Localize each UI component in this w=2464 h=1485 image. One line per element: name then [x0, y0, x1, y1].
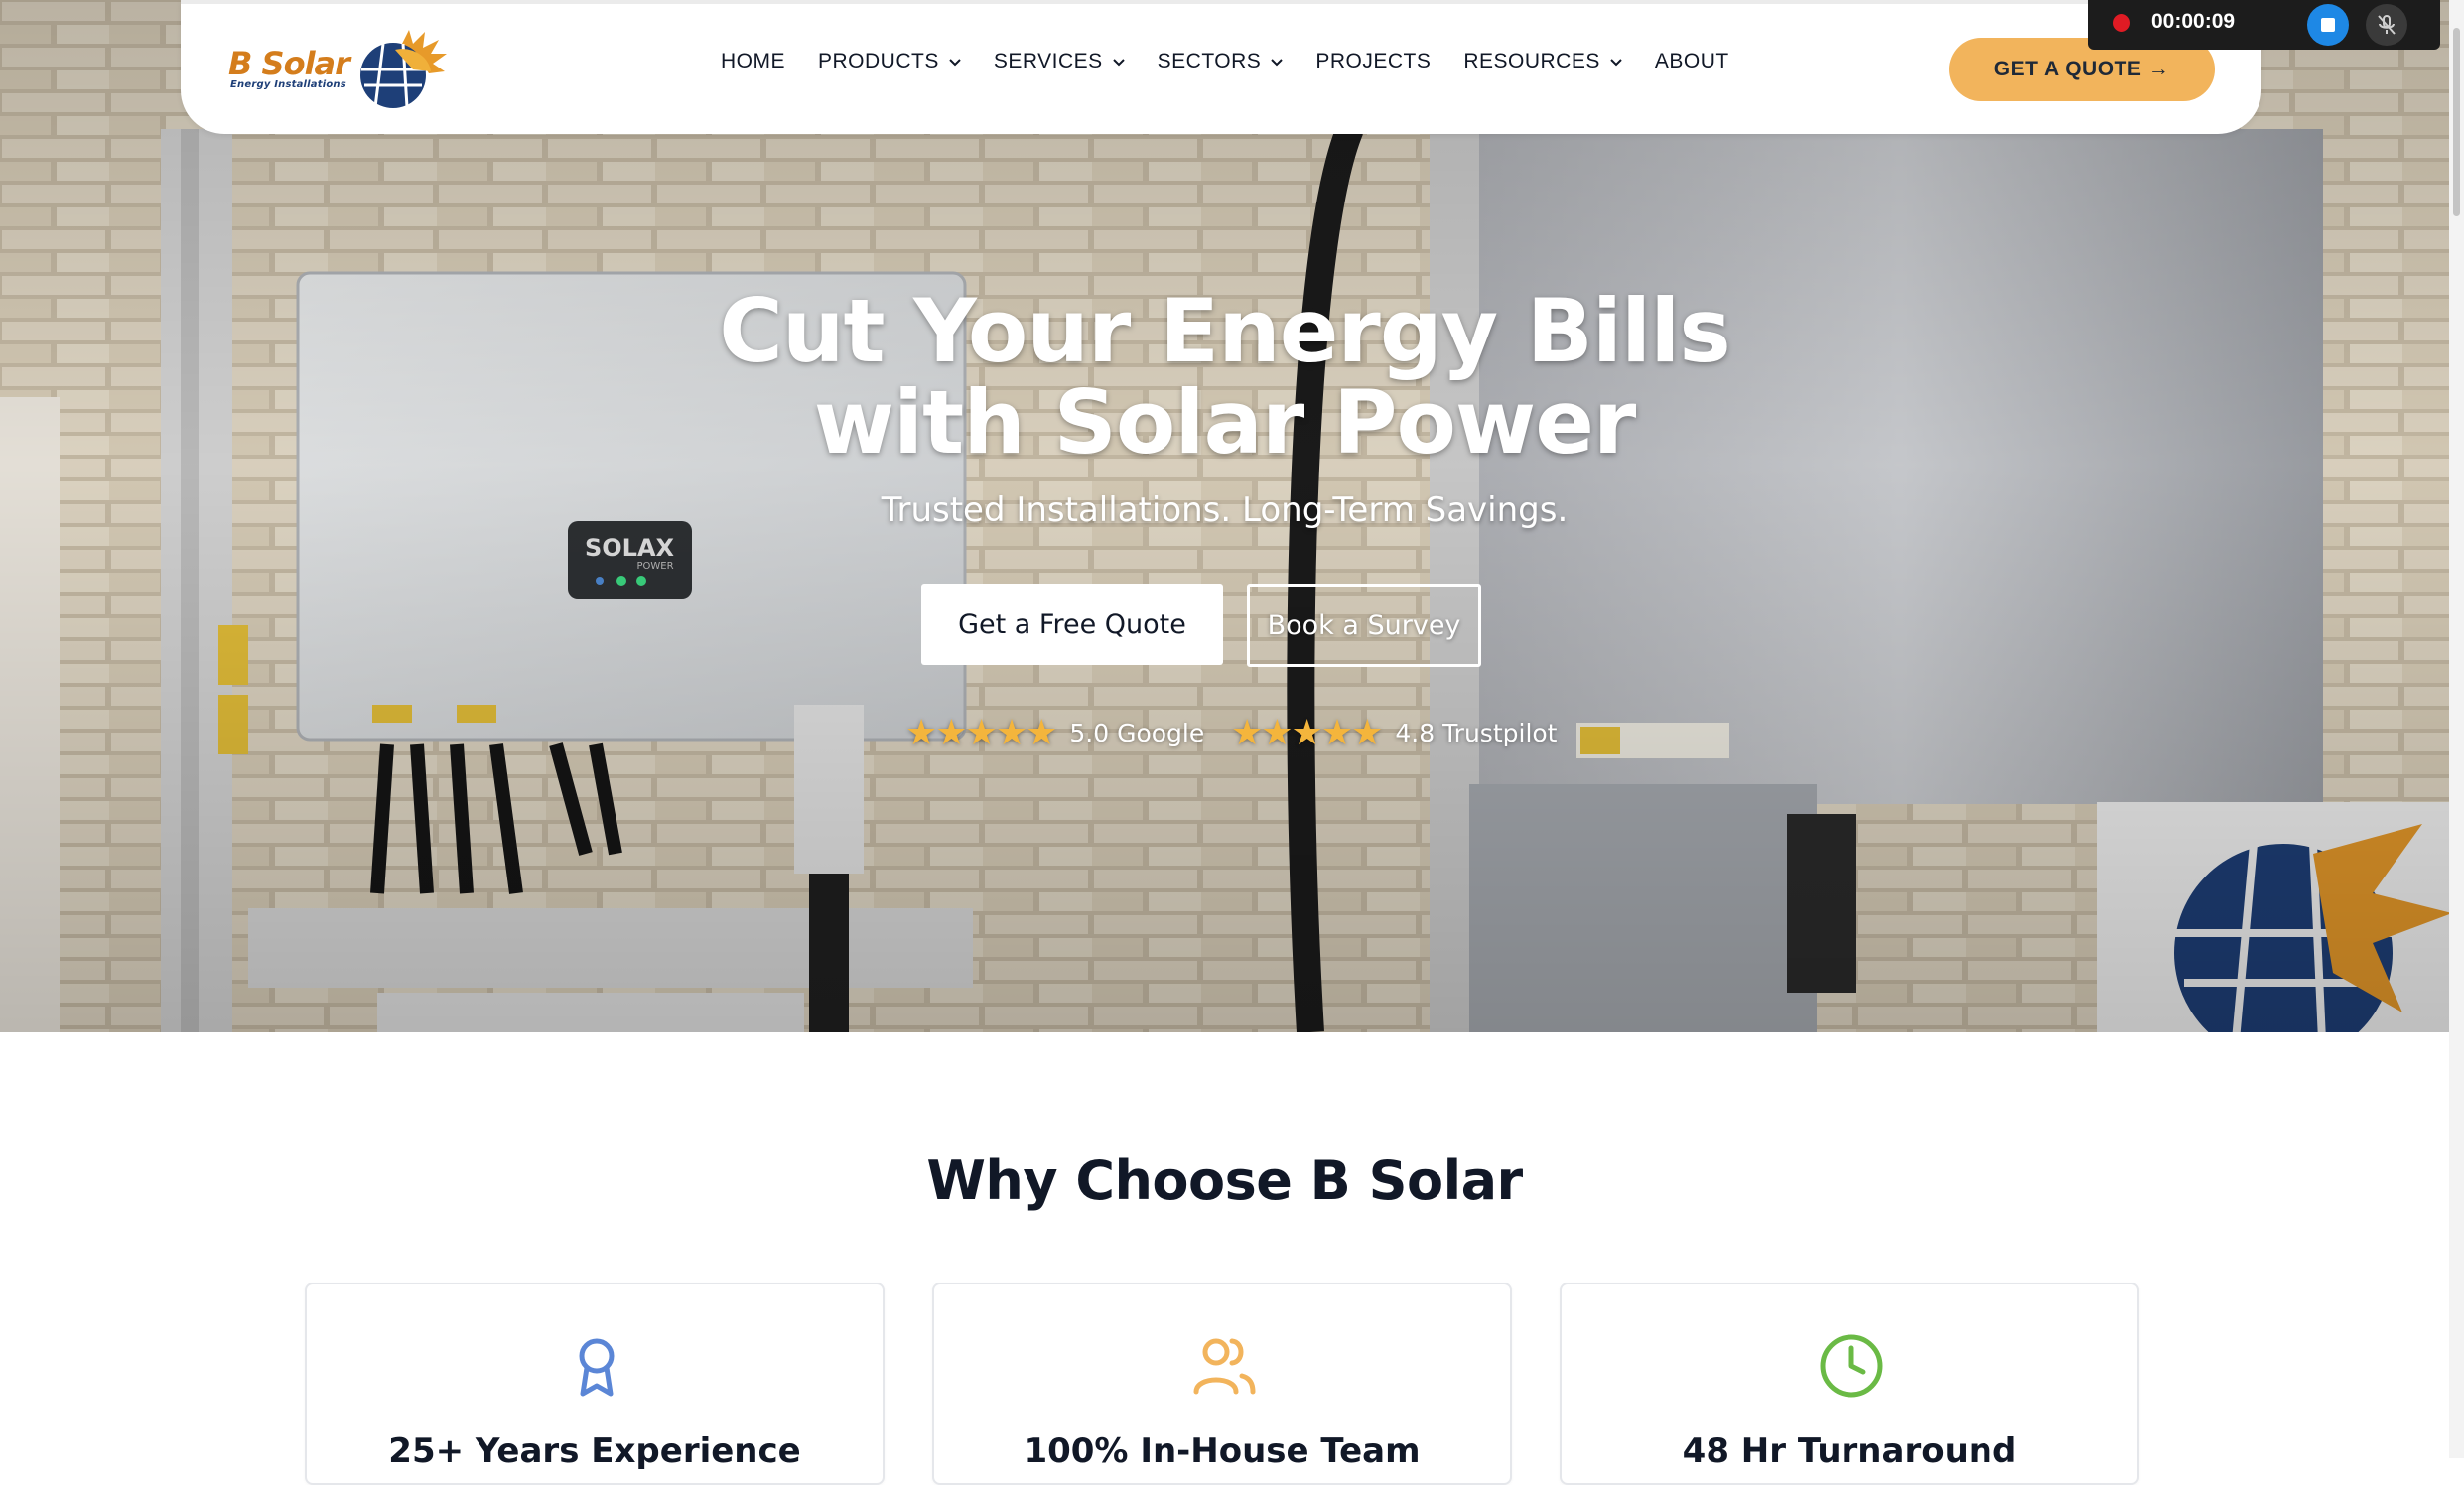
nav-products-label: PRODUCTS — [818, 50, 939, 72]
logo-wordmark: B Solar — [228, 45, 350, 82]
trustpilot-rating-label: 4.8 Trustpilot — [1395, 718, 1558, 747]
nav-sectors[interactable]: SECTORS — [1158, 50, 1284, 73]
hero-content: Cut Your Energy Bills with Solar Power T… — [0, 0, 2449, 1032]
hero-title: Cut Your Energy Bills with Solar Power — [0, 286, 2449, 469]
screen-recorder-bar: 00:00:09 — [2088, 0, 2440, 50]
get-free-quote-button[interactable]: Get a Free Quote — [921, 584, 1223, 665]
nav-services-label: SERVICES — [993, 50, 1103, 72]
book-survey-button[interactable]: Book a Survey — [1247, 584, 1481, 667]
mic-muted-icon — [2378, 15, 2396, 35]
chevron-down-icon — [1610, 59, 1622, 67]
trustpilot-rating[interactable]: ★★★★★ 4.8 Trustpilot — [1231, 712, 1558, 753]
site-header: B Solar Energy Installations HOME PRODUC… — [181, 0, 2261, 134]
google-rating[interactable]: ★★★★★ 5.0 Google — [905, 712, 1205, 753]
logo-globe-sun-icon — [360, 30, 447, 108]
nav-resources-label: RESOURCES — [1463, 50, 1600, 72]
nav-sectors-label: SECTORS — [1157, 50, 1262, 72]
hero-section: SOLAX POWER Cut Your Ene — [0, 0, 2449, 1032]
nav-resources[interactable]: RESOURCES — [1463, 50, 1622, 73]
b-solar-logo[interactable]: B Solar Energy Installations — [228, 28, 447, 111]
chevron-down-icon — [949, 59, 961, 67]
logo-tagline: Energy Installations — [230, 79, 346, 90]
nav-services[interactable]: SERVICES — [994, 50, 1125, 73]
stop-recording-button[interactable] — [2307, 4, 2349, 46]
nav-about[interactable]: ABOUT — [1655, 50, 1729, 73]
google-rating-stars: ★★★★★ — [905, 712, 1057, 753]
why-choose-title: Why Choose B Solar — [926, 1149, 1523, 1212]
recording-timer: 00:00:09 — [2151, 10, 2236, 33]
mute-microphone-button[interactable] — [2366, 4, 2407, 46]
nav-about-label: ABOUT — [1654, 50, 1729, 72]
chevron-down-icon — [1112, 59, 1125, 67]
clock-icon — [1820, 1334, 1883, 1398]
nav-projects-label: PROJECTS — [1315, 50, 1432, 72]
hero-title-line-2: with Solar Power — [813, 371, 1637, 473]
feature-card-title: 48 Hr Turnaround — [1682, 1431, 2017, 1471]
chevron-down-icon — [1271, 59, 1284, 67]
award-ribbon-icon — [579, 1338, 615, 1397]
trustpilot-rating-stars: ★★★★★ — [1231, 712, 1383, 753]
users-icon — [1193, 1338, 1256, 1395]
feature-card-experience: 25+ Years Experience — [305, 1282, 885, 1485]
page-scrollbar[interactable] — [2449, 0, 2464, 1458]
nav-home[interactable]: HOME — [721, 50, 785, 73]
feature-card-title: 100% In-House Team — [1024, 1431, 1421, 1471]
main-nav: HOME PRODUCTS SERVICES SECTORS PROJECTS … — [721, 50, 1762, 73]
record-icon — [2113, 14, 2130, 32]
hero-title-line-1: Cut Your Energy Bills — [719, 280, 1731, 382]
feature-card-turnaround: 48 Hr Turnaround — [1560, 1282, 2139, 1485]
google-rating-label: 5.0 Google — [1069, 718, 1205, 747]
scrollbar-thumb[interactable] — [2453, 28, 2460, 216]
stop-icon — [2321, 18, 2335, 32]
feature-card-title: 25+ Years Experience — [388, 1431, 801, 1471]
feature-card-team: 100% In-House Team — [932, 1282, 1512, 1485]
nav-products[interactable]: PRODUCTS — [818, 50, 961, 73]
hero-subtitle: Trusted Installations. Long-Term Savings… — [881, 490, 1569, 530]
nav-projects[interactable]: PROJECTS — [1315, 50, 1431, 73]
nav-home-label: HOME — [721, 50, 785, 72]
